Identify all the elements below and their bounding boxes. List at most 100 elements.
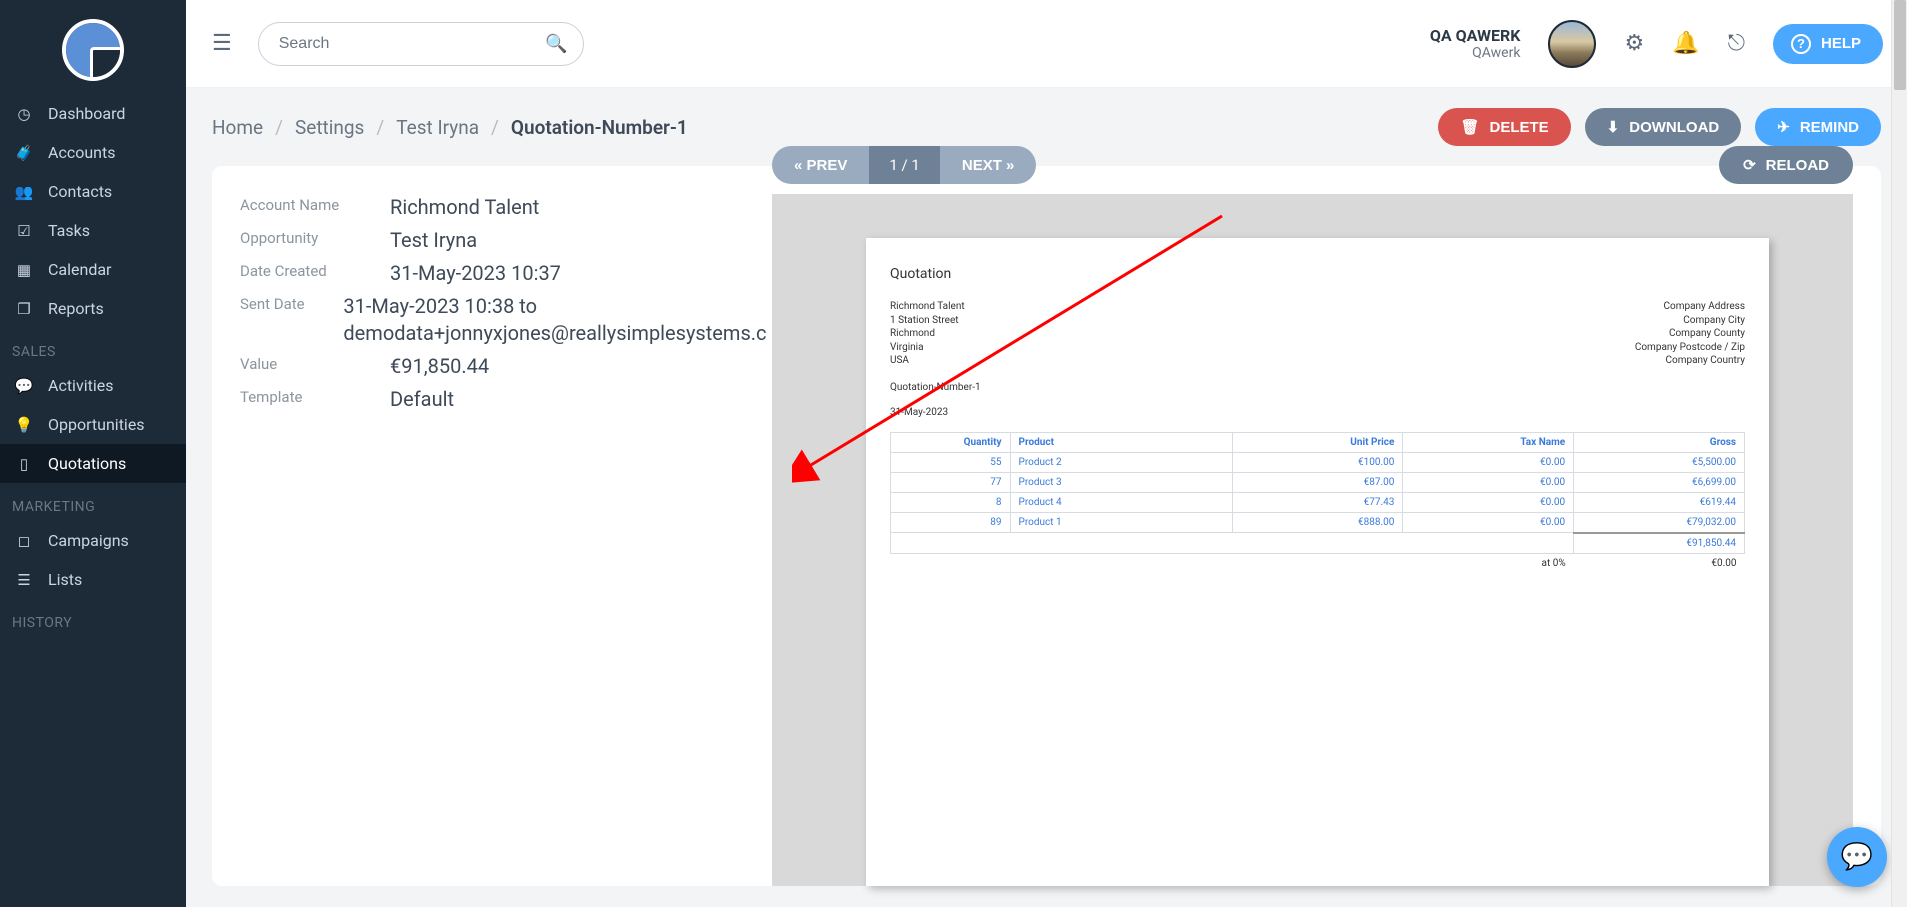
prev-page-button[interactable]: « PREV	[772, 146, 869, 184]
help-label: HELP	[1821, 35, 1861, 52]
col-gross: Gross	[1574, 432, 1745, 452]
download-button[interactable]: ⬇DOWNLOAD	[1585, 108, 1742, 146]
nav-reports[interactable]: ❐Reports	[0, 289, 186, 328]
button-label: RELOAD	[1766, 157, 1829, 174]
value-value: €91,850.44	[390, 353, 489, 380]
breadcrumb-settings[interactable]: Settings	[295, 116, 364, 139]
nav-label: Opportunities	[48, 415, 145, 434]
nav-accounts[interactable]: 🧳Accounts	[0, 133, 186, 172]
page-body: Home/ Settings/ Test Iryna/ Quotation-Nu…	[186, 88, 1907, 907]
users-icon: 👥	[14, 183, 34, 201]
user-block[interactable]: QA QAWERK QAwerk	[1430, 26, 1521, 62]
logout-icon[interactable]: ⎋	[1728, 31, 1745, 56]
quotation-details: Account NameRichmond Talent OpportunityT…	[212, 194, 772, 886]
document-preview[interactable]: Quotation Richmond Talent 1 Station Stre…	[866, 238, 1769, 886]
subtotal-gross: €91,850.44	[1574, 533, 1745, 554]
nav-section-history: HISTORY	[0, 599, 186, 637]
nav-opportunities[interactable]: 💡 Opportunities	[0, 405, 186, 444]
search-wrap: 🔍	[258, 22, 584, 66]
doc-icon: ▯	[14, 455, 34, 473]
remind-button[interactable]: ✈REMIND	[1755, 108, 1881, 146]
reload-button[interactable]: ⟳ RELOAD	[1719, 146, 1853, 184]
delete-button[interactable]: 🗑 DELETE	[1438, 108, 1570, 146]
menu-toggle[interactable]: ☰	[204, 23, 240, 64]
value-created: 31-May-2023 10:37	[390, 260, 561, 287]
line-item: 77Product 3€87.00€0.00€6,699.00	[891, 472, 1745, 492]
doc-line-items: Quantity Product Unit Price Tax Name Gro…	[890, 432, 1745, 573]
help-button[interactable]: ? HELP	[1773, 24, 1883, 64]
nav-label: Contacts	[48, 182, 112, 201]
label-sent: Sent Date	[240, 293, 343, 313]
nav-label: Tasks	[48, 221, 90, 240]
addr-line: Richmond Talent	[890, 300, 965, 314]
settings-icon[interactable]: ⚙	[1624, 31, 1644, 56]
addr-line: USA	[890, 354, 965, 368]
search-input[interactable]	[258, 22, 584, 66]
nav-tasks[interactable]: ☑ Tasks	[0, 211, 186, 250]
value-sent: 31-May-2023 10:38 to demodata+jonnyxjone…	[343, 293, 772, 347]
window-scrollbar[interactable]	[1891, 0, 1907, 907]
button-label: DOWNLOAD	[1629, 119, 1719, 136]
addr-line: Company County	[1635, 327, 1745, 341]
breadcrumb: Home/ Settings/ Test Iryna/ Quotation-Nu…	[212, 116, 688, 139]
col-unit: Unit Price	[1232, 432, 1403, 452]
button-label: DELETE	[1489, 119, 1548, 136]
value-template: Default	[390, 386, 454, 413]
label-opportunity: Opportunity	[240, 227, 390, 247]
trash-icon: 🗑	[1460, 118, 1479, 136]
bell-icon[interactable]: 🔔	[1672, 31, 1699, 56]
sidebar: ◷Dashboard 🧳Accounts 👥 Contacts ☑ Tasks ▦ C…	[0, 0, 186, 907]
label-account: Account Name	[240, 194, 390, 214]
nav-calendar[interactable]: ▦ Calendar	[0, 250, 186, 289]
addr-line: Richmond	[890, 327, 965, 341]
user-org: QAwerk	[1430, 45, 1521, 62]
nav-quotations[interactable]: ▯ Quotations	[0, 444, 186, 483]
doc-customer-address: Richmond Talent 1 Station Street Richmon…	[890, 300, 965, 368]
nav-label: Accounts	[48, 143, 115, 162]
reload-icon: ⟳	[1743, 156, 1756, 174]
subtotal-row: €91,850.44	[891, 533, 1745, 554]
doc-company-address: Company Address Company City Company Cou…	[1635, 300, 1745, 368]
addr-line: Company Postcode / Zip	[1635, 341, 1745, 355]
doc-number: Quotation-Number-1	[890, 382, 1745, 393]
app-logo	[0, 14, 186, 86]
nav-label: Reports	[48, 299, 104, 318]
addr-line: Company City	[1635, 314, 1745, 328]
addr-line: 1 Station Street	[890, 314, 965, 328]
breadcrumb-home[interactable]: Home	[212, 116, 263, 139]
chat-fab[interactable]: 💬	[1827, 827, 1887, 887]
question-icon: ?	[1791, 34, 1811, 54]
nav-section-marketing: MARKETING	[0, 483, 186, 521]
nav-label: Calendar	[48, 260, 111, 279]
button-label: REMIND	[1800, 119, 1859, 136]
doc-date: 31-May-2023	[890, 407, 1745, 418]
user-name: QA QAWERK	[1430, 26, 1521, 45]
doc-title: Quotation	[890, 266, 1745, 282]
nav-lists[interactable]: ☰Lists	[0, 560, 186, 599]
page-actions: 🗑 DELETE ⬇DOWNLOAD ✈REMIND	[1438, 108, 1881, 146]
tax-row: at 0%€0.00	[891, 553, 1745, 573]
nav-section-sales: SALES	[0, 328, 186, 366]
primary-nav: ◷Dashboard 🧳Accounts 👥 Contacts ☑ Tasks ▦ C…	[0, 94, 186, 637]
preview-panel: « PREV 1 / 1 NEXT » ⟳RELOAD Quotation Ri…	[772, 194, 1853, 886]
list-icon: ☰	[14, 571, 34, 589]
line-item: 89Product 1€888.00€0.00€79,032.00	[891, 512, 1745, 533]
search-icon[interactable]: 🔍	[545, 33, 567, 54]
nav-contacts[interactable]: 👥 Contacts	[0, 172, 186, 211]
next-page-button[interactable]: NEXT »	[940, 146, 1037, 184]
avatar[interactable]	[1548, 20, 1596, 68]
check-square-icon: ☑	[14, 222, 34, 240]
main-pane: ☰ 🔍 QA QAWERK QAwerk ⚙ 🔔 ⎋ ? HELP	[186, 0, 1907, 907]
addr-line: Virginia	[890, 341, 965, 355]
label-value: Value	[240, 353, 390, 373]
pager: « PREV 1 / 1 NEXT »	[772, 146, 1036, 184]
nav-dashboard[interactable]: ◷Dashboard	[0, 94, 186, 133]
nav-campaigns[interactable]: ◻Campaigns	[0, 521, 186, 560]
nav-label: Quotations	[48, 454, 126, 473]
calendar-icon: ▦	[14, 261, 34, 279]
breadcrumb-opp[interactable]: Test Iryna	[396, 116, 479, 139]
bulb-icon: 💡	[14, 416, 34, 434]
breadcrumb-current: Quotation-Number-1	[511, 116, 688, 139]
nav-activities[interactable]: 💬Activities	[0, 366, 186, 405]
page-indicator: 1 / 1	[869, 146, 940, 184]
